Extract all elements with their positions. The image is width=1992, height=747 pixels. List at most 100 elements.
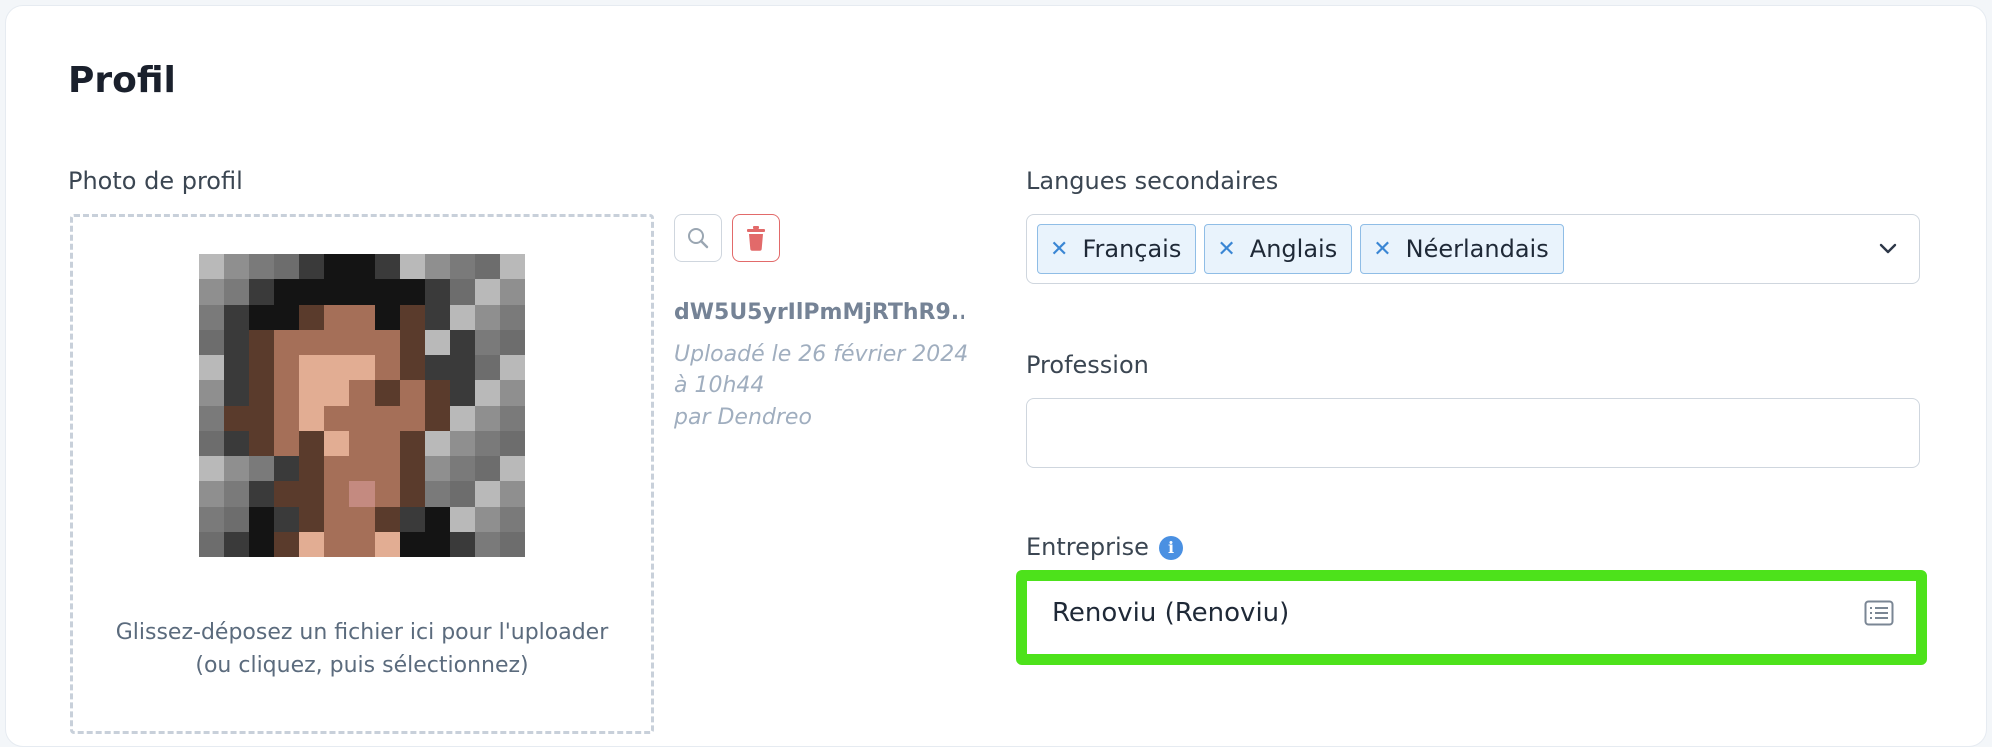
photo-pixel <box>474 279 500 305</box>
photo-pixel <box>399 481 425 507</box>
preview-button[interactable] <box>674 214 722 262</box>
remove-chip-icon[interactable]: ✕ <box>1373 237 1391 262</box>
photo-pixel <box>324 531 350 557</box>
language-chip-label: Français <box>1082 235 1182 263</box>
photo-pixel <box>399 279 425 305</box>
photo-pixel <box>324 304 350 330</box>
photo-pixel <box>349 279 375 305</box>
photo-pixel <box>424 456 450 482</box>
photo-pixel <box>224 355 250 381</box>
info-icon[interactable]: i <box>1159 536 1183 560</box>
photo-pixel <box>449 304 475 330</box>
remove-chip-icon[interactable]: ✕ <box>1050 237 1068 262</box>
photo-pixel <box>399 254 425 280</box>
photo-pixel <box>224 329 250 355</box>
photo-pixel <box>199 456 225 482</box>
photo-pixel <box>374 531 400 557</box>
language-chip-label: Néerlandais <box>1405 235 1549 263</box>
photo-pixel <box>474 254 500 280</box>
photo-pixel <box>199 430 225 456</box>
photo-pixel <box>374 405 400 431</box>
photo-pixel <box>499 380 525 406</box>
photo-pixel <box>374 304 400 330</box>
photo-pixel <box>374 329 400 355</box>
remove-chip-icon[interactable]: ✕ <box>1217 237 1235 262</box>
photo-pixel <box>349 329 375 355</box>
photo-pixel <box>499 329 525 355</box>
page-title: Profil <box>68 60 176 101</box>
delete-photo-button[interactable] <box>732 214 780 262</box>
photo-pixel <box>424 506 450 532</box>
photo-pixel <box>274 279 300 305</box>
photo-pixel <box>224 405 250 431</box>
photo-pixel <box>449 481 475 507</box>
secondary-languages-select[interactable]: ✕ Français ✕ Anglais ✕ Néerlandais <box>1026 214 1920 284</box>
photo-pixel <box>274 355 300 381</box>
photo-pixel <box>499 481 525 507</box>
photo-pixel <box>499 506 525 532</box>
photo-pixel <box>474 531 500 557</box>
photo-pixel <box>424 304 450 330</box>
photo-pixel <box>324 481 350 507</box>
photo-pixel <box>324 380 350 406</box>
photo-pixel <box>224 304 250 330</box>
photo-pixel <box>474 380 500 406</box>
photo-pixel <box>424 254 450 280</box>
photo-pixel <box>474 405 500 431</box>
photo-pixel <box>349 506 375 532</box>
photo-pixel <box>349 531 375 557</box>
photo-pixel <box>499 279 525 305</box>
dropzone-hint: Glissez-déposez un fichier ici pour l'up… <box>70 616 654 682</box>
photo-pixel <box>499 254 525 280</box>
photo-pixel <box>449 329 475 355</box>
photo-pixel <box>449 355 475 381</box>
photo-pixel <box>199 481 225 507</box>
upload-time: à 10h44 <box>674 373 765 398</box>
photo-pixel <box>449 254 475 280</box>
photo-pixel <box>499 405 525 431</box>
photo-pixel <box>249 456 275 482</box>
photo-pixel <box>424 279 450 305</box>
photo-pixel <box>449 531 475 557</box>
photo-pixel <box>474 355 500 381</box>
photo-pixel <box>449 380 475 406</box>
photo-pixel <box>299 405 325 431</box>
photo-pixel <box>474 456 500 482</box>
company-label: Entreprise <box>1026 533 1149 561</box>
photo-pixel <box>224 380 250 406</box>
photo-pixel <box>249 380 275 406</box>
photo-pixel <box>299 380 325 406</box>
photo-filename: dW5U5yrIlPmMjRThR9... <box>674 300 964 325</box>
photo-pixel <box>274 456 300 482</box>
profession-input[interactable] <box>1026 398 1920 468</box>
photo-pixel <box>374 254 400 280</box>
photo-pixel <box>349 456 375 482</box>
photo-pixel <box>324 456 350 482</box>
photo-pixel <box>399 405 425 431</box>
photo-pixel <box>399 329 425 355</box>
photo-pixel <box>424 329 450 355</box>
photo-pixel <box>324 506 350 532</box>
photo-pixel <box>299 355 325 381</box>
photo-pixel <box>299 430 325 456</box>
photo-pixel <box>474 304 500 330</box>
profession-label: Profession <box>1026 351 1149 379</box>
language-chip: ✕ Néerlandais <box>1360 224 1564 274</box>
photo-pixel <box>224 481 250 507</box>
photo-pixel <box>424 531 450 557</box>
photo-pixel <box>249 329 275 355</box>
photo-pixel <box>374 279 400 305</box>
photo-pixel <box>374 456 400 482</box>
photo-pixel <box>299 481 325 507</box>
photo-pixel <box>499 456 525 482</box>
photo-pixel <box>399 456 425 482</box>
photo-pixel <box>274 380 300 406</box>
photo-pixel <box>299 254 325 280</box>
photo-pixel <box>324 329 350 355</box>
photo-pixel <box>324 405 350 431</box>
photo-pixel <box>274 304 300 330</box>
photo-pixel <box>224 506 250 532</box>
list-icon[interactable] <box>1864 600 1894 626</box>
chevron-down-icon[interactable] <box>1877 237 1899 259</box>
photo-pixel <box>274 481 300 507</box>
